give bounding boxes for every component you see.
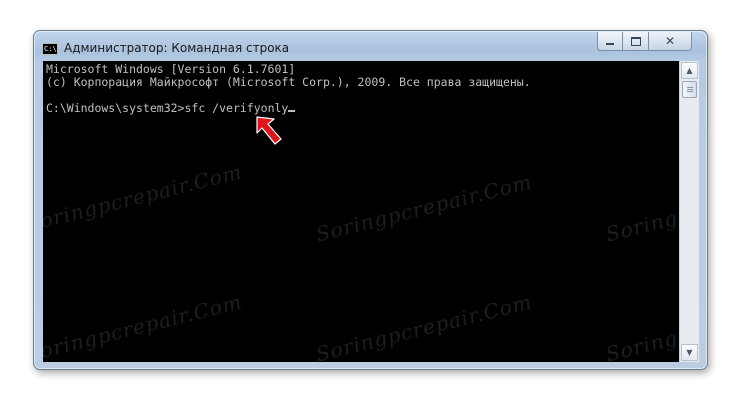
watermark: Soringpcrepair.Com [313,169,535,247]
grip-line [687,89,693,90]
watermark: Soringpcrepair.Com [603,169,679,247]
console-line-copyright: (c) Корпорация Майкрософт (Microsoft Cor… [46,74,531,89]
watermark: Soringpcrepair.Com [313,289,535,362]
minimize-icon [606,43,614,45]
vertical-scrollbar[interactable]: ▲ ▼ [679,61,699,362]
scroll-thumb[interactable] [682,81,697,98]
grip-line [687,91,693,92]
minimize-button[interactable] [597,32,623,51]
console-area[interactable]: Soringpcrepair.Com Soringpcrepair.Com So… [43,61,679,362]
arrow-down-icon: ▼ [686,348,693,357]
command-input[interactable]: sfc /verifyonly [184,101,288,115]
maximize-icon [630,36,641,46]
cmd-icon[interactable]: C:\ [42,43,58,55]
scroll-up-button[interactable]: ▲ [681,62,698,79]
window-title: Администратор: Командная строка [64,41,290,55]
arrow-up-icon: ▲ [686,66,693,75]
pointer-arrow-icon [256,116,282,145]
text-cursor [288,101,296,112]
watermark: Soringpcrepair.Com [43,159,245,237]
watermark: Soringpcrepair.Com [43,289,245,362]
scroll-down-button[interactable]: ▼ [681,344,698,361]
console-output: Microsoft Windows [Version 6.1.7601] (c)… [46,63,531,114]
grip-line [687,87,693,88]
command-prompt-path: C:\Windows\system32> [46,100,185,115]
watermark: Soringpcrepair.Com [603,289,679,362]
title-bar[interactable]: C:\ Администратор: Командная строка ✕ [34,31,707,61]
close-icon: ✕ [664,34,676,48]
maximize-button[interactable] [623,32,649,51]
command-prompt-window: C:\ Администратор: Командная строка ✕ So… [33,30,708,370]
close-button[interactable]: ✕ [649,32,692,51]
